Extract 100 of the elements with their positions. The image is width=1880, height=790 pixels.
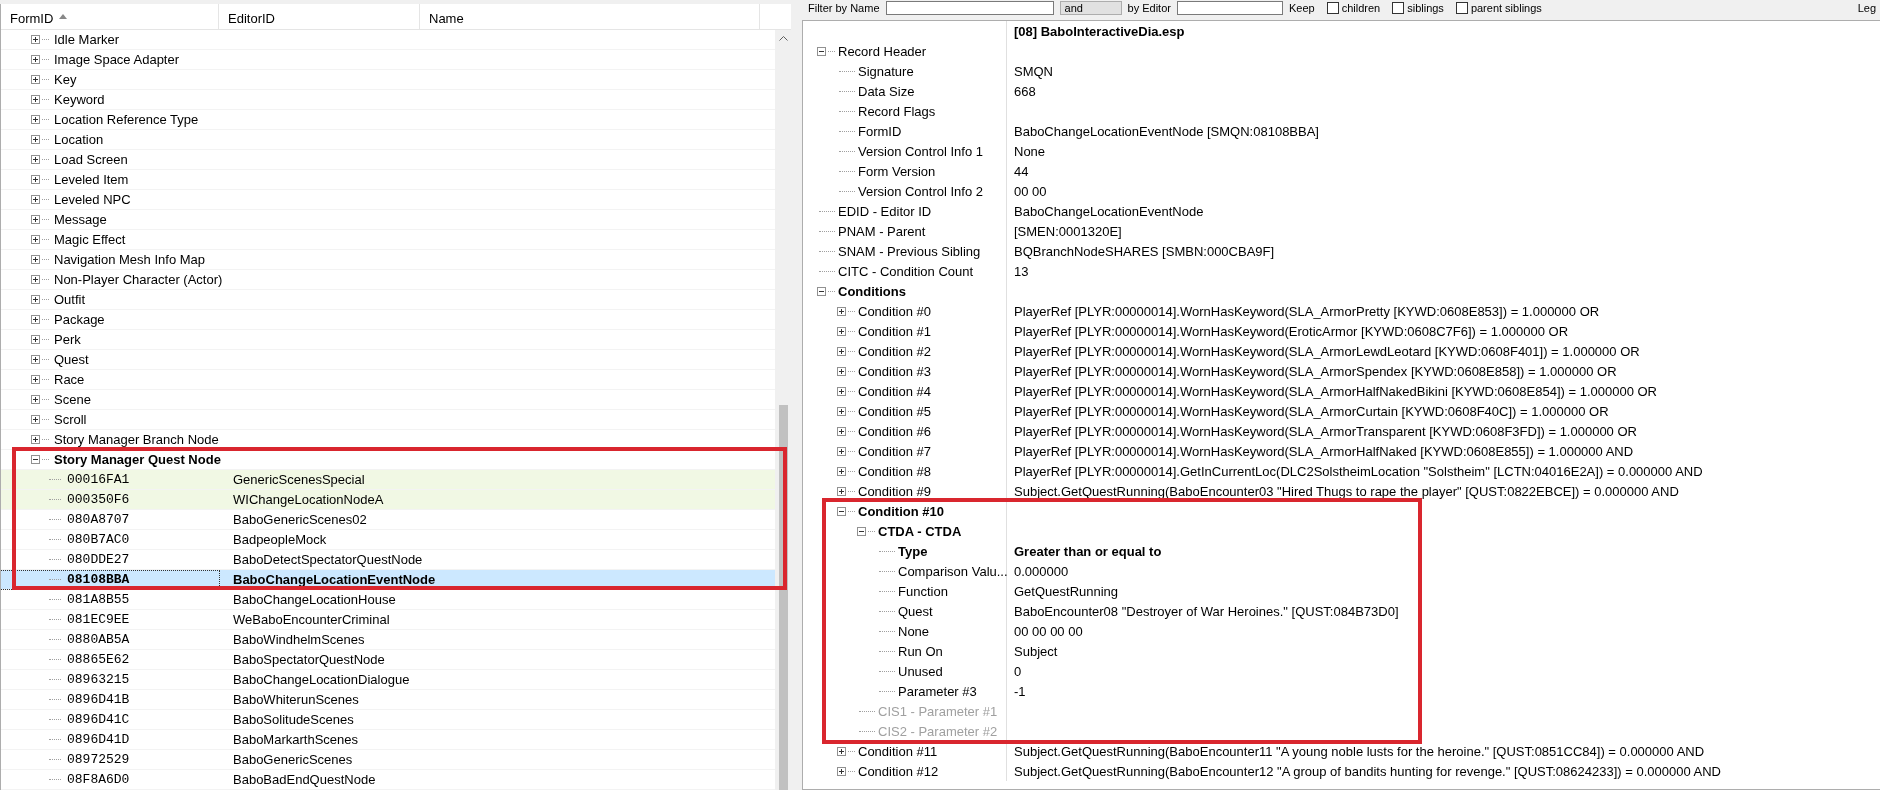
column-header[interactable]: Name	[420, 4, 760, 29]
expand-icon[interactable]	[31, 335, 40, 344]
expand-icon[interactable]	[31, 275, 40, 284]
expand-icon[interactable]	[31, 75, 40, 84]
expand-icon[interactable]	[31, 315, 40, 324]
field-name[interactable]: Condition #11	[858, 743, 938, 759]
expand-icon[interactable]	[31, 175, 40, 184]
expand-icon[interactable]	[31, 155, 40, 164]
tree-item[interactable]: Outfit	[54, 292, 86, 307]
expand-icon[interactable]	[31, 395, 40, 404]
expand-icon[interactable]	[31, 435, 40, 444]
tree-item[interactable]: Location Reference Type	[54, 112, 199, 127]
field-name[interactable]: Condition #1	[858, 323, 931, 339]
field-name[interactable]: Condition #5	[858, 403, 931, 419]
record-row[interactable]: 08963215 BaboChangeLocationDialogue	[1, 670, 775, 690]
field-name[interactable]: Record Header	[838, 43, 927, 59]
field-name[interactable]: Condition #2	[858, 343, 931, 359]
collapse-icon[interactable]	[31, 455, 40, 464]
expand-icon[interactable]	[837, 426, 846, 436]
expand-icon[interactable]	[31, 235, 40, 244]
expand-icon[interactable]	[31, 415, 40, 424]
collapse-icon[interactable]	[837, 506, 846, 516]
scroll-up-icon[interactable]	[778, 36, 788, 41]
tree-item[interactable]: Perk	[54, 332, 81, 347]
scrollbar[interactable]	[775, 30, 791, 790]
expand-icon[interactable]	[837, 766, 846, 776]
tree-item[interactable]: Location	[54, 132, 104, 147]
collapse-icon[interactable]	[817, 46, 826, 56]
field-name[interactable]: Conditions	[838, 283, 906, 299]
field-name[interactable]: Condition #12	[858, 763, 939, 779]
name-filter-field[interactable]	[885, 1, 1054, 15]
expand-icon[interactable]	[31, 195, 40, 204]
record-row[interactable]: 081A8B55 BaboChangeLocationHouse	[1, 590, 775, 610]
editor-filter-field[interactable]	[1176, 1, 1283, 15]
field-name[interactable]: Condition #10	[858, 503, 944, 519]
tree-item[interactable]: Scroll	[54, 412, 87, 427]
tree-item[interactable]: Keyword	[54, 92, 105, 107]
record-row[interactable]: 08F8A6D0 BaboBadEndQuestNode	[1, 770, 775, 790]
record-row[interactable]: 0896D41B BaboWhiterunScenes	[1, 690, 775, 710]
tree-item[interactable]: Message	[54, 212, 107, 227]
checkbox[interactable]	[1455, 2, 1468, 14]
tree-item[interactable]: Load Screen	[54, 152, 128, 167]
expand-icon[interactable]	[837, 466, 846, 476]
expand-icon[interactable]	[837, 446, 846, 456]
expand-icon[interactable]	[31, 115, 40, 124]
record-row[interactable]: 0896D41C BaboSolitudeScenes	[1, 710, 775, 730]
expand-icon[interactable]	[31, 135, 40, 144]
expand-icon[interactable]	[31, 355, 40, 364]
tree-item[interactable]: Package	[54, 312, 105, 327]
join-dropdown[interactable]: and	[1059, 1, 1122, 15]
record-row[interactable]: 0880AB5A BaboWindhelmScenes	[1, 630, 775, 650]
expand-icon[interactable]	[837, 486, 846, 496]
tree-item[interactable]: Quest	[54, 352, 89, 367]
field-name[interactable]: Condition #3	[858, 363, 931, 379]
column-header[interactable]: FormID	[1, 4, 219, 29]
expand-icon[interactable]	[31, 35, 40, 44]
record-row[interactable]: 00016FA1 GenericScenesSpecial	[1, 470, 775, 490]
tree-item[interactable]: Navigation Mesh Info Map	[54, 252, 206, 267]
collapse-icon[interactable]	[857, 526, 866, 536]
field-name[interactable]: Condition #7	[858, 443, 931, 459]
field-name[interactable]: Condition #6	[858, 423, 931, 439]
field-name[interactable]: Condition #0	[858, 303, 931, 319]
tree-item[interactable]: Non-Player Character (Actor)	[54, 272, 223, 287]
collapse-icon[interactable]	[817, 286, 826, 296]
expand-icon[interactable]	[837, 406, 846, 416]
record-row[interactable]: 0896D41D BaboMarkarthScenes	[1, 730, 775, 750]
tree-item[interactable]: Story Manager Branch Node	[54, 432, 219, 447]
tree-item[interactable]: Idle Marker	[54, 32, 120, 47]
expand-icon[interactable]	[31, 215, 40, 224]
expand-icon[interactable]	[31, 55, 40, 64]
expand-icon[interactable]	[31, 95, 40, 104]
column-header[interactable]: EditorID	[219, 4, 420, 29]
expand-icon[interactable]	[837, 306, 846, 316]
record-row[interactable]: 080B7AC0 BadpeopleMock	[1, 530, 775, 550]
tree-item[interactable]: Leveled NPC	[54, 192, 131, 207]
expand-icon[interactable]	[837, 746, 846, 756]
tree-item[interactable]: Magic Effect	[54, 232, 126, 247]
tree-item[interactable]: Race	[54, 372, 85, 387]
field-name[interactable]: Condition #9	[858, 483, 931, 499]
tree-item[interactable]: Leveled Item	[54, 172, 129, 187]
scrollbar-thumb[interactable]	[778, 405, 788, 790]
expand-icon[interactable]	[837, 386, 846, 396]
record-row[interactable]: 000350F6 WIChangeLocationNodeA	[1, 490, 775, 510]
tree-item[interactable]: Key	[54, 72, 77, 87]
field-name[interactable]: Condition #4	[858, 383, 931, 399]
field-name[interactable]: CTDA - CTDA	[878, 523, 962, 539]
tree-item[interactable]: Image Space Adapter	[54, 52, 180, 67]
record-row[interactable]: 081EC9EE WeBaboEncounterCriminal	[1, 610, 775, 630]
expand-icon[interactable]	[837, 346, 846, 356]
expand-icon[interactable]	[837, 326, 846, 336]
record-row[interactable]: 080A8707 BaboGenericScenes02	[1, 510, 775, 530]
expand-icon[interactable]	[31, 255, 40, 264]
record-row[interactable]: 08865E62 BaboSpectatorQuestNode	[1, 650, 775, 670]
checkbox[interactable]	[1392, 2, 1405, 14]
expand-icon[interactable]	[31, 375, 40, 384]
expand-icon[interactable]	[31, 295, 40, 304]
tree-item[interactable]: Story Manager Quest Node	[54, 452, 221, 467]
checkbox[interactable]	[1326, 2, 1339, 14]
tree-item[interactable]: Scene	[54, 392, 91, 407]
field-name[interactable]: Condition #8	[858, 463, 931, 479]
